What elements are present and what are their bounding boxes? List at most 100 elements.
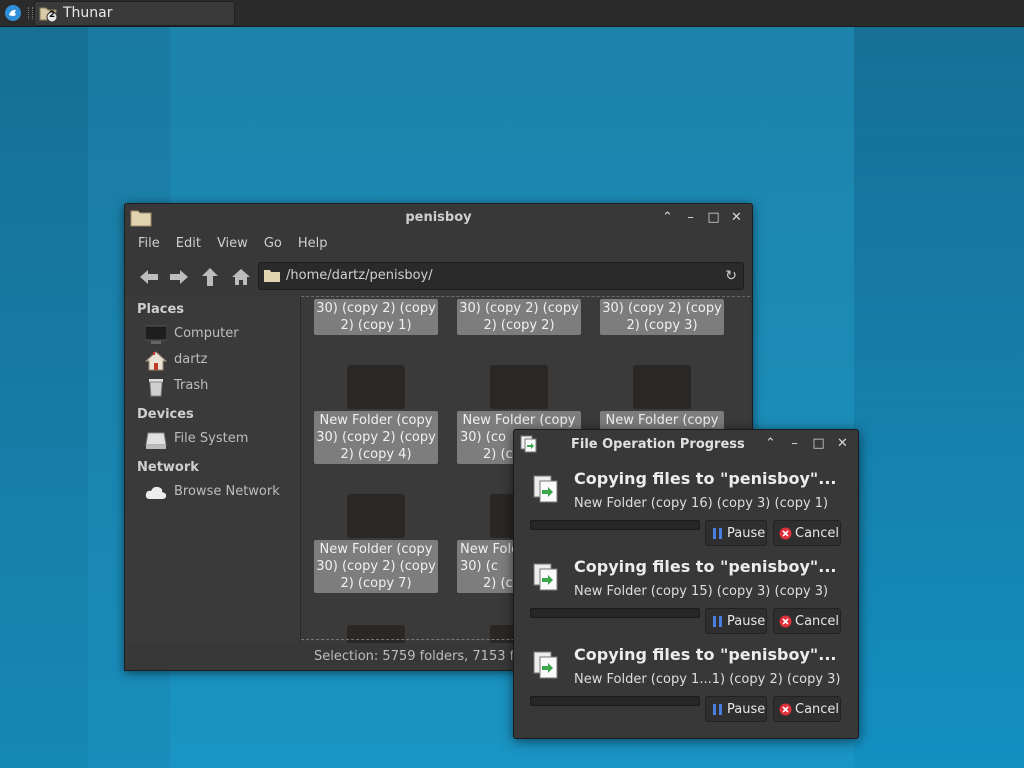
taskbar-window-count: 2 xyxy=(49,10,56,20)
cancel-icon xyxy=(779,527,792,540)
sidebar-item-label: Computer xyxy=(174,326,239,341)
menu-view[interactable]: View xyxy=(209,236,256,251)
operation-title: Copying files to "penisboy"... xyxy=(574,469,837,488)
shade-button[interactable]: ⌃ xyxy=(660,210,675,225)
sidebar-heading-network: Network xyxy=(137,460,199,475)
pause-label: Pause xyxy=(727,702,766,717)
trash-icon xyxy=(145,377,167,397)
maximize-button[interactable]: □ xyxy=(706,210,721,225)
application-menu-icon[interactable] xyxy=(4,4,22,22)
sidebar-item-computer[interactable]: Computer xyxy=(144,324,295,346)
folder-icon: 2 xyxy=(39,5,59,23)
top-panel: 2 Thunar xyxy=(0,0,1024,27)
folder-icon xyxy=(347,625,405,643)
pause-label: Pause xyxy=(727,526,766,541)
file-label-line: 30) (copy 2) (copy xyxy=(316,430,436,445)
file-label-line: 30) (copy 2) (copy xyxy=(316,559,436,574)
pause-icon xyxy=(713,704,722,715)
copy-operation: Copying files to "penisboy"... New Folde… xyxy=(514,548,858,636)
menu-file[interactable]: File xyxy=(130,236,168,251)
taskbar-label: Thunar xyxy=(63,5,113,21)
back-arrow-icon[interactable] xyxy=(137,266,161,288)
home-icon[interactable] xyxy=(229,266,253,288)
cancel-label: Cancel xyxy=(795,702,840,717)
menubar: File Edit View Go Help xyxy=(130,236,335,251)
operation-title: Copying files to "penisboy"... xyxy=(574,557,837,576)
file-label-line: 2) (copy 4) xyxy=(340,447,412,462)
folder-item[interactable]: New Folder (copy 30) (copy 2) (copy 2) (… xyxy=(314,363,438,469)
pause-icon xyxy=(713,528,722,539)
cancel-button[interactable]: Cancel xyxy=(773,520,841,546)
file-label-line: 2) (copy 2) xyxy=(483,318,555,333)
folder-item[interactable]: 30) (copy 2) (copy 2) (copy 3) xyxy=(600,297,724,337)
cancel-label: Cancel xyxy=(795,614,840,629)
window-title: penisboy xyxy=(405,210,472,225)
shade-button[interactable]: ⌃ xyxy=(763,436,778,451)
copy-operation: Copying files to "penisboy"... New Folde… xyxy=(514,636,858,724)
sidebar-heading-places: Places xyxy=(137,302,185,317)
file-label-line: 30) (copy 2) (copy xyxy=(316,301,436,316)
location-path: /home/dartz/penisboy/ xyxy=(286,268,433,283)
sidebar-item-label: File System xyxy=(174,431,249,446)
dialog-title: File Operation Progress xyxy=(571,437,745,452)
sidebar-item-file-system[interactable]: File System xyxy=(145,429,295,451)
sidebar-item-label: Trash xyxy=(174,378,209,393)
folder-item[interactable]: 30) (copy 2) (copy 2) (copy 2) xyxy=(457,297,581,337)
copy-icon xyxy=(532,562,560,592)
taskbar-button-thunar[interactable]: 2 Thunar xyxy=(34,1,235,26)
minimize-button[interactable]: – xyxy=(683,210,698,225)
up-arrow-icon[interactable] xyxy=(198,266,222,288)
menu-help[interactable]: Help xyxy=(290,236,336,251)
pause-label: Pause xyxy=(727,614,766,629)
location-bar[interactable]: /home/dartz/penisboy/ ↻ xyxy=(258,262,744,290)
pause-button[interactable]: Pause xyxy=(705,696,767,722)
close-button[interactable]: ✕ xyxy=(729,210,744,225)
progress-bar xyxy=(530,520,700,530)
file-label-line: 2) (copy 1) xyxy=(340,318,412,333)
cancel-button[interactable]: Cancel xyxy=(773,608,841,634)
copy-icon xyxy=(532,474,560,504)
progress-bar xyxy=(530,608,700,618)
sidebar: Places Computer dartz Trash Devices File… xyxy=(125,296,301,642)
cancel-button[interactable]: Cancel xyxy=(773,696,841,722)
reload-icon[interactable]: ↻ xyxy=(725,268,737,284)
window-titlebar[interactable]: penisboy ⌃ – □ ✕ xyxy=(125,204,752,232)
forward-arrow-icon[interactable] xyxy=(167,266,191,288)
sidebar-item-home[interactable]: dartz xyxy=(144,350,295,372)
copy-operation: Copying files to "penisboy"... New Folde… xyxy=(514,460,858,548)
file-label-line: New Folder (copy xyxy=(319,413,433,428)
menu-go[interactable]: Go xyxy=(256,236,290,251)
folder-icon xyxy=(347,494,405,538)
copy-icon xyxy=(532,650,560,680)
folder-icon xyxy=(347,365,405,409)
file-label-line: New Folder (copy xyxy=(319,542,433,557)
home-folder-icon xyxy=(144,351,168,371)
status-text: Selection: 5759 folders, 7153 f xyxy=(314,649,515,664)
menu-edit[interactable]: Edit xyxy=(168,236,209,251)
minimize-button[interactable]: – xyxy=(787,436,802,451)
sidebar-heading-devices: Devices xyxy=(137,407,194,422)
pause-button[interactable]: Pause xyxy=(705,608,767,634)
pause-button[interactable]: Pause xyxy=(705,520,767,546)
maximize-button[interactable]: □ xyxy=(811,436,826,451)
folder-icon xyxy=(490,365,548,409)
file-label-line: New Folder (copy xyxy=(462,413,576,428)
operation-current-file: New Folder (copy 15) (copy 3) (copy 3) xyxy=(574,584,829,599)
folder-item[interactable]: 30) (copy 2) (copy 2) (copy 1) xyxy=(314,297,438,337)
folder-item[interactable] xyxy=(314,623,438,643)
sidebar-item-trash[interactable]: Trash xyxy=(145,376,295,398)
file-label-line: 2) (copy 7) xyxy=(340,576,412,591)
pause-icon xyxy=(713,616,722,627)
folder-icon xyxy=(264,269,280,282)
operation-current-file: New Folder (copy 16) (copy 3) (copy 1) xyxy=(574,496,829,511)
close-button[interactable]: ✕ xyxy=(835,436,850,451)
sidebar-item-browse-network[interactable]: Browse Network xyxy=(145,482,295,504)
operation-current-file: New Folder (copy 1...1) (copy 2) (copy 3… xyxy=(574,672,841,687)
cancel-icon xyxy=(779,703,792,716)
cancel-icon xyxy=(779,615,792,628)
file-operation-progress-dialog: File Operation Progress ⌃ – □ ✕ Copying … xyxy=(513,429,859,739)
sidebar-item-label: Browse Network xyxy=(174,484,280,499)
desktop-background-left xyxy=(0,26,88,768)
folder-item[interactable]: New Folder (copy 30) (copy 2) (copy 2) (… xyxy=(314,492,438,598)
desktop-background-right xyxy=(854,26,1024,768)
